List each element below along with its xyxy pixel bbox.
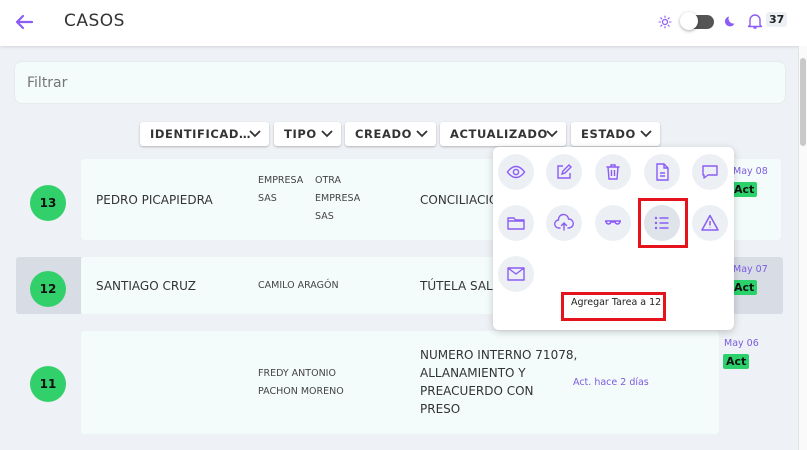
case-number: 13 bbox=[30, 185, 66, 221]
case-number: 11 bbox=[30, 366, 66, 402]
case-description: CONCILIACIÓ bbox=[420, 193, 499, 207]
sort-identificador-button[interactable]: IDENTIFICAD… bbox=[140, 122, 269, 146]
updated-text: Act. hace 2 días bbox=[573, 377, 649, 388]
case-date: May 06 bbox=[724, 338, 759, 349]
status-badge: Act bbox=[731, 182, 758, 197]
moon-icon bbox=[724, 16, 735, 27]
party-b: OTRA EMPRESA SAS bbox=[315, 175, 361, 222]
case-name: SANTIAGO CRUZ bbox=[96, 279, 196, 293]
party-a: EMPRESA SAS bbox=[258, 175, 304, 204]
scrollbar[interactable] bbox=[798, 46, 807, 450]
comment-icon[interactable] bbox=[692, 154, 728, 190]
party-a: CAMILO ARAGÓN bbox=[258, 280, 339, 291]
chevron-down-icon bbox=[416, 130, 428, 138]
status-badge: Act bbox=[731, 280, 758, 295]
edit-icon[interactable] bbox=[546, 154, 582, 190]
cloud-upload-icon[interactable] bbox=[546, 205, 582, 241]
add-task-tooltip: Agregar Tarea a 12 bbox=[571, 297, 662, 308]
notification-count[interactable]: 37 bbox=[766, 12, 788, 27]
page-title: CASOS bbox=[64, 11, 125, 31]
case-description: TÚTELA SALU bbox=[420, 279, 501, 293]
sort-estado-button[interactable]: ESTADO bbox=[571, 122, 660, 146]
glasses-icon[interactable] bbox=[595, 205, 631, 241]
case-name: PEDRO PICAPIEDRA bbox=[96, 193, 213, 207]
chevron-down-icon bbox=[321, 130, 333, 138]
party-a: FREDY ANTONIO PACHON MORENO bbox=[258, 368, 344, 397]
case-date: May 08 bbox=[733, 166, 768, 177]
bell-icon[interactable] bbox=[746, 12, 764, 30]
theme-toggle[interactable] bbox=[680, 12, 714, 30]
filter-input[interactable] bbox=[14, 61, 786, 104]
sort-creado-button[interactable]: CREADO bbox=[345, 122, 436, 146]
eye-icon[interactable] bbox=[498, 154, 534, 190]
chevron-down-icon bbox=[640, 130, 652, 138]
trash-icon[interactable] bbox=[595, 154, 631, 190]
sort-tipo-button[interactable]: TIPO bbox=[274, 122, 341, 146]
chevron-down-icon bbox=[546, 130, 558, 138]
case-date: May 07 bbox=[733, 264, 768, 275]
status-badge: Act bbox=[723, 354, 750, 369]
back-arrow-icon[interactable] bbox=[13, 11, 35, 33]
warning-icon[interactable] bbox=[692, 205, 728, 241]
top-bar: CASOS 37 bbox=[0, 0, 807, 46]
mail-icon[interactable] bbox=[498, 256, 534, 292]
folder-icon[interactable] bbox=[498, 205, 534, 241]
sort-actualizado-button[interactable]: ACTUALIZADO bbox=[440, 122, 566, 146]
sun-icon bbox=[658, 15, 672, 29]
list-icon-highlight bbox=[638, 198, 688, 248]
chevron-down-icon bbox=[249, 130, 261, 138]
document-icon[interactable] bbox=[644, 154, 680, 190]
case-number: 12 bbox=[30, 271, 66, 307]
case-description: NUMERO INTERNO 71078, ALLANAMIENTO Y PREAC… bbox=[420, 348, 578, 416]
